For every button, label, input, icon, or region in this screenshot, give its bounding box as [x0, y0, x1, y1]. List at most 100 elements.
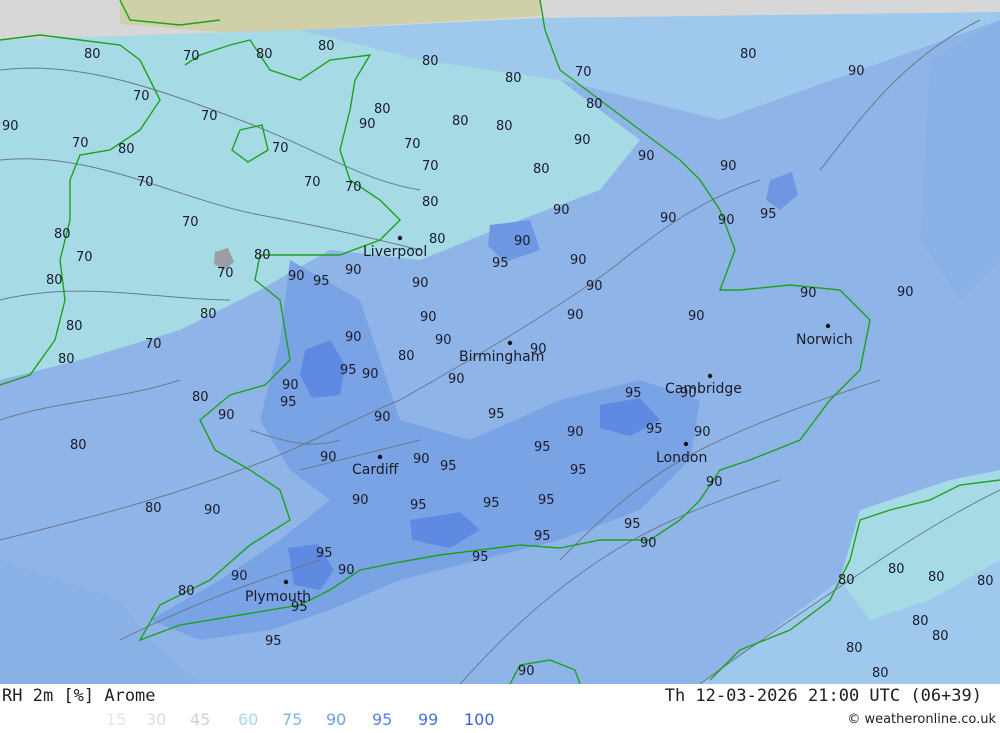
contour-label: 70 — [145, 337, 162, 352]
contour-label: 90 — [345, 263, 362, 278]
contour-label: 90 — [282, 378, 299, 393]
contour-label: 90 — [660, 211, 677, 226]
contour-label: 90 — [848, 64, 865, 79]
contour-label: 80 — [318, 39, 335, 54]
legend-item: 90 — [326, 710, 347, 729]
legend-item: 15 — [106, 710, 127, 729]
contour-label: 70 — [183, 49, 200, 64]
contour-label: 90 — [413, 452, 430, 467]
contour-label: 80 — [872, 666, 889, 681]
contour-label: 90 — [688, 309, 705, 324]
contour-label: 95 — [538, 493, 555, 508]
contour-label: 90 — [218, 408, 235, 423]
contour-label: 90 — [638, 149, 655, 164]
legend-item: 95 — [372, 710, 393, 729]
contour-label: 90 — [204, 503, 221, 518]
city-dot — [825, 323, 831, 329]
contour-label: 80 — [422, 54, 439, 69]
contour-label: 90 — [567, 425, 584, 440]
legend-item: 30 — [146, 710, 167, 729]
contour-label: 70 — [72, 136, 89, 151]
contour-label: 80 — [46, 273, 63, 288]
contour-label: 80 — [928, 570, 945, 585]
contour-label: 70 — [575, 65, 592, 80]
city-label: London — [656, 450, 707, 466]
contour-label: 80 — [192, 390, 209, 405]
contour-label: 90 — [574, 133, 591, 148]
contour-label: 90 — [514, 234, 531, 249]
contour-label: 80 — [586, 97, 603, 112]
contour-label: 70 — [272, 141, 289, 156]
city-label: Liverpool — [363, 244, 427, 260]
contour-label: 80 — [496, 119, 513, 134]
contour-label: 90 — [320, 450, 337, 465]
city-label: Cambridge — [665, 381, 742, 397]
contour-label: 95 — [440, 459, 457, 474]
contour-label: 70 — [404, 137, 421, 152]
contour-label: 90 — [352, 493, 369, 508]
contour-label: 70 — [422, 159, 439, 174]
contour-label: 90 — [374, 410, 391, 425]
city-dot — [377, 454, 383, 460]
contour-label: 90 — [412, 276, 429, 291]
contour-label: 80 — [58, 352, 75, 367]
contour-label: 95 — [534, 529, 551, 544]
contour-label: 80 — [838, 573, 855, 588]
contour-label: 90 — [448, 372, 465, 387]
contour-label: 90 — [288, 269, 305, 284]
rh-map: 80 70 80 80 80 80 70 80 90 70 80 90 80 80 80 90 70 80 70 70… — [0, 0, 1000, 684]
contour-label: 90 — [553, 203, 570, 218]
contour-label: 95 — [534, 440, 551, 455]
contour-label: 80 — [429, 232, 446, 247]
contour-label: 80 — [54, 227, 71, 242]
forecast-datetime: Th 12-03-2026 21:00 UTC (06+39) — [664, 686, 982, 706]
map-title: RH 2m [%] Arome — [2, 686, 156, 706]
contour-label: 80 — [846, 641, 863, 656]
contour-label: 90 — [2, 119, 19, 134]
city-label: Cardiff — [352, 462, 399, 478]
city-dot — [507, 340, 513, 346]
contour-label: 80 — [505, 71, 522, 86]
contour-label: 95 — [492, 256, 509, 271]
sea-region — [920, 20, 1000, 300]
contour-label: 95 — [488, 407, 505, 422]
contour-label: 90 — [640, 536, 657, 551]
contour-label: 80 — [422, 195, 439, 210]
legend-item: 60 — [238, 710, 259, 729]
contour-label: 95 — [570, 463, 587, 478]
contour-label: 80 — [398, 349, 415, 364]
city-dot — [283, 579, 289, 585]
city-dot — [683, 441, 689, 447]
contour-label: 95 — [624, 517, 641, 532]
contour-label: 90 — [345, 330, 362, 345]
contour-label: 90 — [231, 569, 248, 584]
contour-label: 90 — [570, 253, 587, 268]
contour-label: 90 — [706, 475, 723, 490]
city-label: Norwich — [796, 332, 853, 348]
contour-label: 95 — [340, 363, 357, 378]
contour-label: 70 — [201, 109, 218, 124]
contour-label: 95 — [313, 274, 330, 289]
city-dot — [707, 373, 713, 379]
city-label: Plymouth — [245, 589, 311, 605]
contour-label: 95 — [280, 395, 297, 410]
contour-label: 80 — [84, 47, 101, 62]
contour-label: 70 — [345, 180, 362, 195]
footer: RH 2m [%] Arome Th 12-03-2026 21:00 UTC … — [0, 684, 1000, 733]
credit-link[interactable]: © weatheronline.co.uk — [847, 712, 996, 727]
contour-label: 90 — [720, 159, 737, 174]
contour-label: 95 — [760, 207, 777, 222]
legend-item: 45 — [190, 710, 211, 729]
contour-label: 80 — [118, 142, 135, 157]
contour-label: 80 — [932, 629, 949, 644]
contour-label: 90 — [586, 279, 603, 294]
contour-label: 90 — [359, 117, 376, 132]
legend-item: 75 — [282, 710, 303, 729]
contour-label: 90 — [420, 310, 437, 325]
contour-label: 80 — [254, 248, 271, 263]
legend-item: 99 — [418, 710, 439, 729]
contour-label: 80 — [888, 562, 905, 577]
contour-label: 95 — [625, 386, 642, 401]
contour-label: 95 — [646, 422, 663, 437]
city-label: Birmingham — [459, 349, 544, 365]
